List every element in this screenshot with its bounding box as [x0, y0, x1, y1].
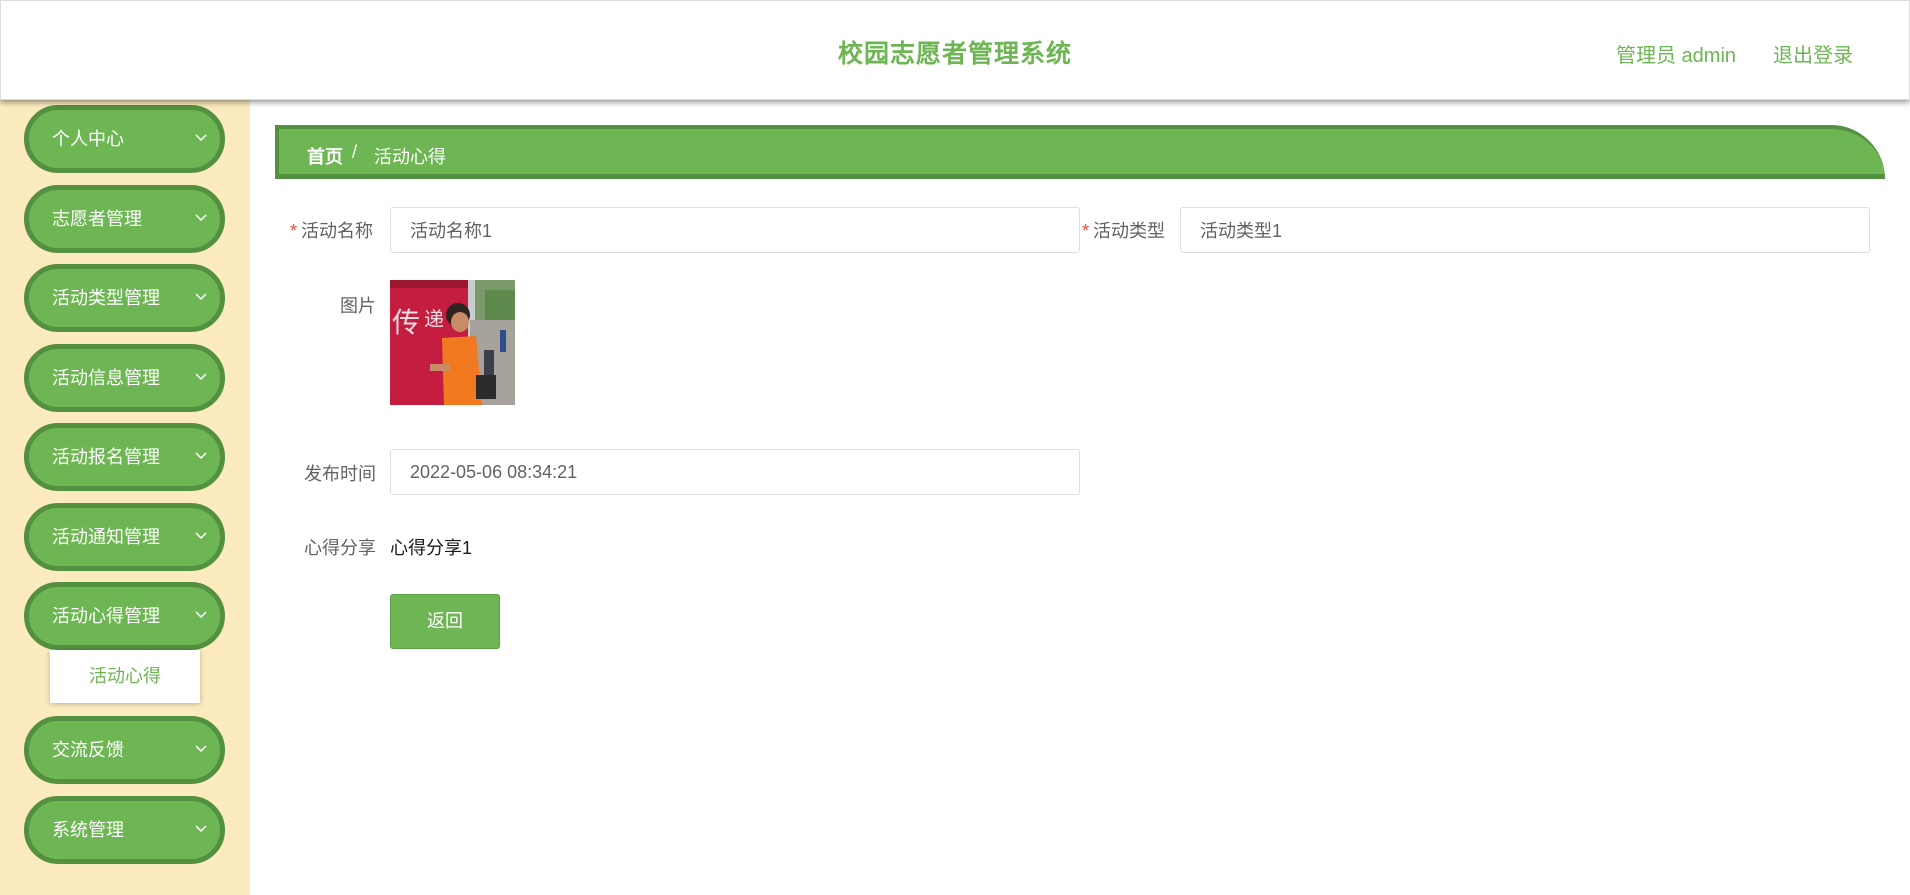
sidebar-item-volunteer-management[interactable]: 志愿者管理 [24, 185, 225, 253]
chevron-down-icon [195, 373, 207, 381]
sidebar-item-system-management[interactable]: 系统管理 [24, 796, 225, 864]
current-user: 管理员 admin [1616, 45, 1737, 67]
sidebar-item-label: 活动通知管理 [52, 527, 160, 547]
publish-time-label: 发布时间 [304, 464, 376, 484]
activity-name-field[interactable] [390, 207, 1080, 253]
chevron-down-icon [195, 293, 207, 301]
breadcrumb: 首页 / 活动心得 [275, 125, 1885, 179]
activity-type-field[interactable] [1180, 207, 1870, 253]
sharing-label: 心得分享 [304, 538, 376, 558]
sidebar-item-activity-type-management[interactable]: 活动类型管理 [24, 264, 225, 332]
sidebar-item-notice-management[interactable]: 活动通知管理 [24, 503, 225, 571]
sidebar-item-registration-management[interactable]: 活动报名管理 [24, 423, 225, 491]
chevron-down-icon [195, 611, 207, 619]
logout-link[interactable]: 退出登录 [1773, 39, 1853, 68]
sidebar-item-experience-management[interactable]: 活动心得管理 [24, 582, 225, 650]
required-mark: * [1082, 221, 1090, 241]
chevron-down-icon [195, 825, 207, 833]
sidebar-item-activity-info-management[interactable]: 活动信息管理 [24, 344, 225, 412]
chevron-down-icon [195, 532, 207, 540]
publish-time-field[interactable] [390, 449, 1080, 495]
breadcrumb-home[interactable]: 首页 [307, 143, 343, 169]
sidebar-item-label: 系统管理 [52, 820, 124, 840]
svg-text:传: 传 [392, 306, 420, 339]
activity-photo: 传 递 [390, 280, 515, 405]
sidebar-item-label: 活动心得管理 [52, 606, 160, 626]
sidebar: 个人中心 志愿者管理 活动类型管理 活动信息管理 活动报名管理 活动通知管理 活… [0, 100, 250, 895]
breadcrumb-current: 活动心得 [374, 147, 446, 167]
sidebar-item-label: 活动信息管理 [52, 368, 160, 388]
required-mark: * [290, 221, 298, 241]
sidebar-item-label: 交流反馈 [52, 740, 124, 760]
chevron-down-icon [195, 745, 207, 753]
sidebar-item-feedback[interactable]: 交流反馈 [24, 716, 225, 784]
breadcrumb-separator: / [352, 142, 358, 162]
sidebar-item-personal-center[interactable]: 个人中心 [24, 105, 225, 173]
chevron-down-icon [195, 134, 207, 142]
submenu-item-experience[interactable]: 活动心得 [50, 650, 200, 703]
picture-label: 图片 [340, 296, 376, 316]
top-header: 校园志愿者管理系统 管理员 admin 退出登录 [0, 0, 1910, 100]
svg-text:递: 递 [424, 307, 444, 331]
activity-type-label: * 活动类型 [1082, 221, 1166, 241]
activity-name-label: * 活动名称 [290, 221, 374, 241]
sharing-value: 心得分享1 [390, 538, 473, 558]
chevron-down-icon [195, 214, 207, 222]
chevron-down-icon [195, 452, 207, 460]
sidebar-item-label: 志愿者管理 [52, 209, 142, 229]
sidebar-item-label: 个人中心 [52, 129, 124, 149]
sidebar-item-label: 活动报名管理 [52, 447, 160, 467]
back-button[interactable]: 返回 [390, 594, 500, 649]
sidebar-item-label: 活动类型管理 [52, 288, 160, 308]
